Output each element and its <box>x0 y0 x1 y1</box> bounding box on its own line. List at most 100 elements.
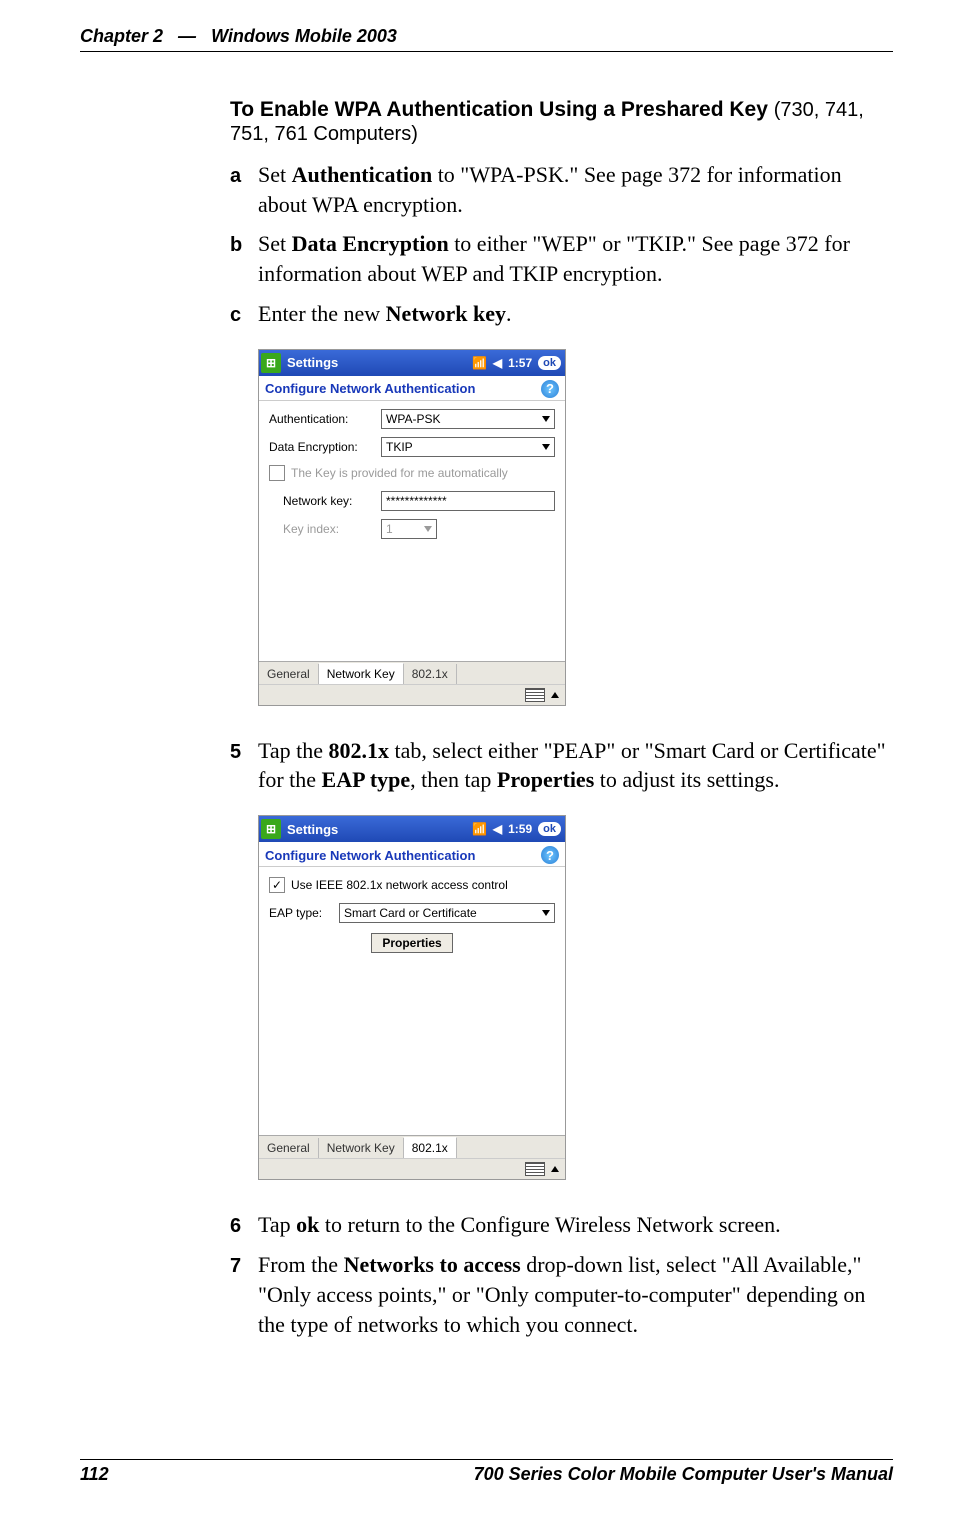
step-a: a Set Authentication to "WPA-PSK." See p… <box>230 160 893 219</box>
sip-up-icon[interactable] <box>551 692 559 698</box>
header-dash: — <box>178 26 196 46</box>
signal-icon: 📶 <box>472 356 487 370</box>
step-6: 6 Tap ok to return to the Configure Wire… <box>230 1210 893 1240</box>
header-title: Windows Mobile 2003 <box>211 26 397 46</box>
step7-t1: From the <box>258 1252 344 1277</box>
step5-b2: EAP type <box>322 767 411 792</box>
step5-t4: to adjust its settings. <box>594 767 779 792</box>
keyboard-icon[interactable] <box>525 688 545 702</box>
ss1-subtitle: Configure Network Authentication <box>265 381 475 396</box>
chevron-down-icon <box>424 526 432 532</box>
step6-t1: Tap <box>258 1212 296 1237</box>
step-5-marker: 5 <box>230 736 258 766</box>
auto-key-checkbox-row: The Key is provided for me automatically <box>269 465 555 481</box>
auto-key-label: The Key is provided for me automatically <box>291 466 508 480</box>
ss1-time: 1:57 <box>508 356 532 370</box>
use-8021x-checkbox[interactable]: ✓ <box>269 877 285 893</box>
encryption-label: Data Encryption: <box>269 440 381 454</box>
ss1-title: Settings <box>287 355 472 370</box>
step-b-text1: Set <box>258 231 292 256</box>
volume-icon: ◀︎ <box>493 356 502 370</box>
network-key-label: Network key: <box>283 494 381 508</box>
page-number: 112 <box>80 1464 109 1485</box>
encryption-dropdown[interactable]: TKIP <box>381 437 555 457</box>
authentication-row: Authentication: WPA-PSK <box>269 409 555 429</box>
key-index-label: Key index: <box>283 522 381 536</box>
tab-general[interactable]: General <box>259 1138 319 1158</box>
step5-b3: Properties <box>497 767 594 792</box>
step-c-marker: c <box>230 299 258 329</box>
step5-b1: 802.1x <box>329 738 390 763</box>
ok-button[interactable]: ok <box>538 822 561 836</box>
step6-t2: to return to the Configure Wireless Netw… <box>319 1212 780 1237</box>
start-flag-icon[interactable] <box>261 819 281 839</box>
screenshot-network-key: Settings 📶 ◀︎ 1:57 ok Configure Network … <box>258 349 566 706</box>
key-index-dropdown: 1 <box>381 519 437 539</box>
authentication-dropdown[interactable]: WPA-PSK <box>381 409 555 429</box>
chevron-down-icon <box>542 444 550 450</box>
authentication-label: Authentication: <box>269 412 381 426</box>
encryption-value: TKIP <box>386 438 413 456</box>
ss1-tabs: General Network Key 802.1x <box>259 661 565 684</box>
ss2-tabs: General Network Key 802.1x <box>259 1135 565 1158</box>
key-index-value: 1 <box>386 520 393 538</box>
ss2-time: 1:59 <box>508 822 532 836</box>
step-a-marker: a <box>230 160 258 190</box>
header-rule <box>80 51 893 52</box>
step-b: b Set Data Encryption to either "WEP" or… <box>230 229 893 288</box>
step-a-bold: Authentication <box>292 162 433 187</box>
tab-network-key[interactable]: Network Key <box>319 663 404 684</box>
network-key-row: Network key: ************* <box>283 491 555 511</box>
ss1-titlebar: Settings 📶 ◀︎ 1:57 ok <box>259 350 565 376</box>
tab-802-1x[interactable]: 802.1x <box>404 664 457 684</box>
use-8021x-label: Use IEEE 802.1x network access control <box>291 878 508 892</box>
key-index-row: Key index: 1 <box>283 519 555 539</box>
signal-icon: 📶 <box>472 822 487 836</box>
properties-button[interactable]: Properties <box>371 933 452 953</box>
step-6-marker: 6 <box>230 1210 258 1240</box>
ss2-subtitle-bar: Configure Network Authentication ? <box>259 842 565 867</box>
step5-t3: , then tap <box>410 767 497 792</box>
section-heading: To Enable WPA Authentication Using a Pre… <box>230 98 893 146</box>
step-b-marker: b <box>230 229 258 259</box>
eap-type-dropdown[interactable]: Smart Card or Certificate <box>339 903 555 923</box>
volume-icon: ◀︎ <box>493 822 502 836</box>
step-7: 7 From the Networks to access drop-down … <box>230 1250 893 1339</box>
footer-rule <box>80 1459 893 1460</box>
eap-type-row: EAP type: Smart Card or Certificate <box>269 903 555 923</box>
tab-network-key[interactable]: Network Key <box>319 1138 404 1158</box>
ss2-title: Settings <box>287 822 472 837</box>
screenshot-8021x: Settings 📶 ◀︎ 1:59 ok Configure Network … <box>258 815 566 1180</box>
step-c: c Enter the new Network key. <box>230 299 893 329</box>
keyboard-icon[interactable] <box>525 1162 545 1176</box>
step-a-text1: Set <box>258 162 292 187</box>
section-heading-bold: To Enable WPA Authentication Using a Pre… <box>230 98 768 121</box>
step5-t1: Tap the <box>258 738 329 763</box>
network-key-input[interactable]: ************* <box>381 491 555 511</box>
step-c-text2: . <box>506 301 512 326</box>
network-key-value: ************* <box>386 492 447 510</box>
ss1-subtitle-bar: Configure Network Authentication ? <box>259 376 565 401</box>
step6-b1: ok <box>296 1212 319 1237</box>
eap-type-value: Smart Card or Certificate <box>344 904 477 922</box>
step-c-bold: Network key <box>386 301 506 326</box>
ss2-titlebar: Settings 📶 ◀︎ 1:59 ok <box>259 816 565 842</box>
ss1-sip-bar <box>259 684 565 705</box>
chevron-down-icon <box>542 910 550 916</box>
sip-up-icon[interactable] <box>551 1166 559 1172</box>
use-8021x-row: ✓ Use IEEE 802.1x network access control <box>269 877 555 893</box>
header-chapter: Chapter 2 <box>80 26 163 46</box>
step-b-bold: Data Encryption <box>292 231 449 256</box>
running-header: Chapter 2 — Windows Mobile 2003 <box>80 26 893 52</box>
step-c-text1: Enter the new <box>258 301 386 326</box>
step-5: 5 Tap the 802.1x tab, select either "PEA… <box>230 736 893 795</box>
start-flag-icon[interactable] <box>261 353 281 373</box>
ss2-subtitle: Configure Network Authentication <box>265 848 475 863</box>
help-icon[interactable]: ? <box>541 380 559 398</box>
help-icon[interactable]: ? <box>541 846 559 864</box>
manual-title: 700 Series Color Mobile Computer User's … <box>474 1464 893 1485</box>
ss2-sip-bar <box>259 1158 565 1179</box>
tab-general[interactable]: General <box>259 664 319 684</box>
tab-802-1x[interactable]: 802.1x <box>404 1137 457 1158</box>
ok-button[interactable]: ok <box>538 356 561 370</box>
